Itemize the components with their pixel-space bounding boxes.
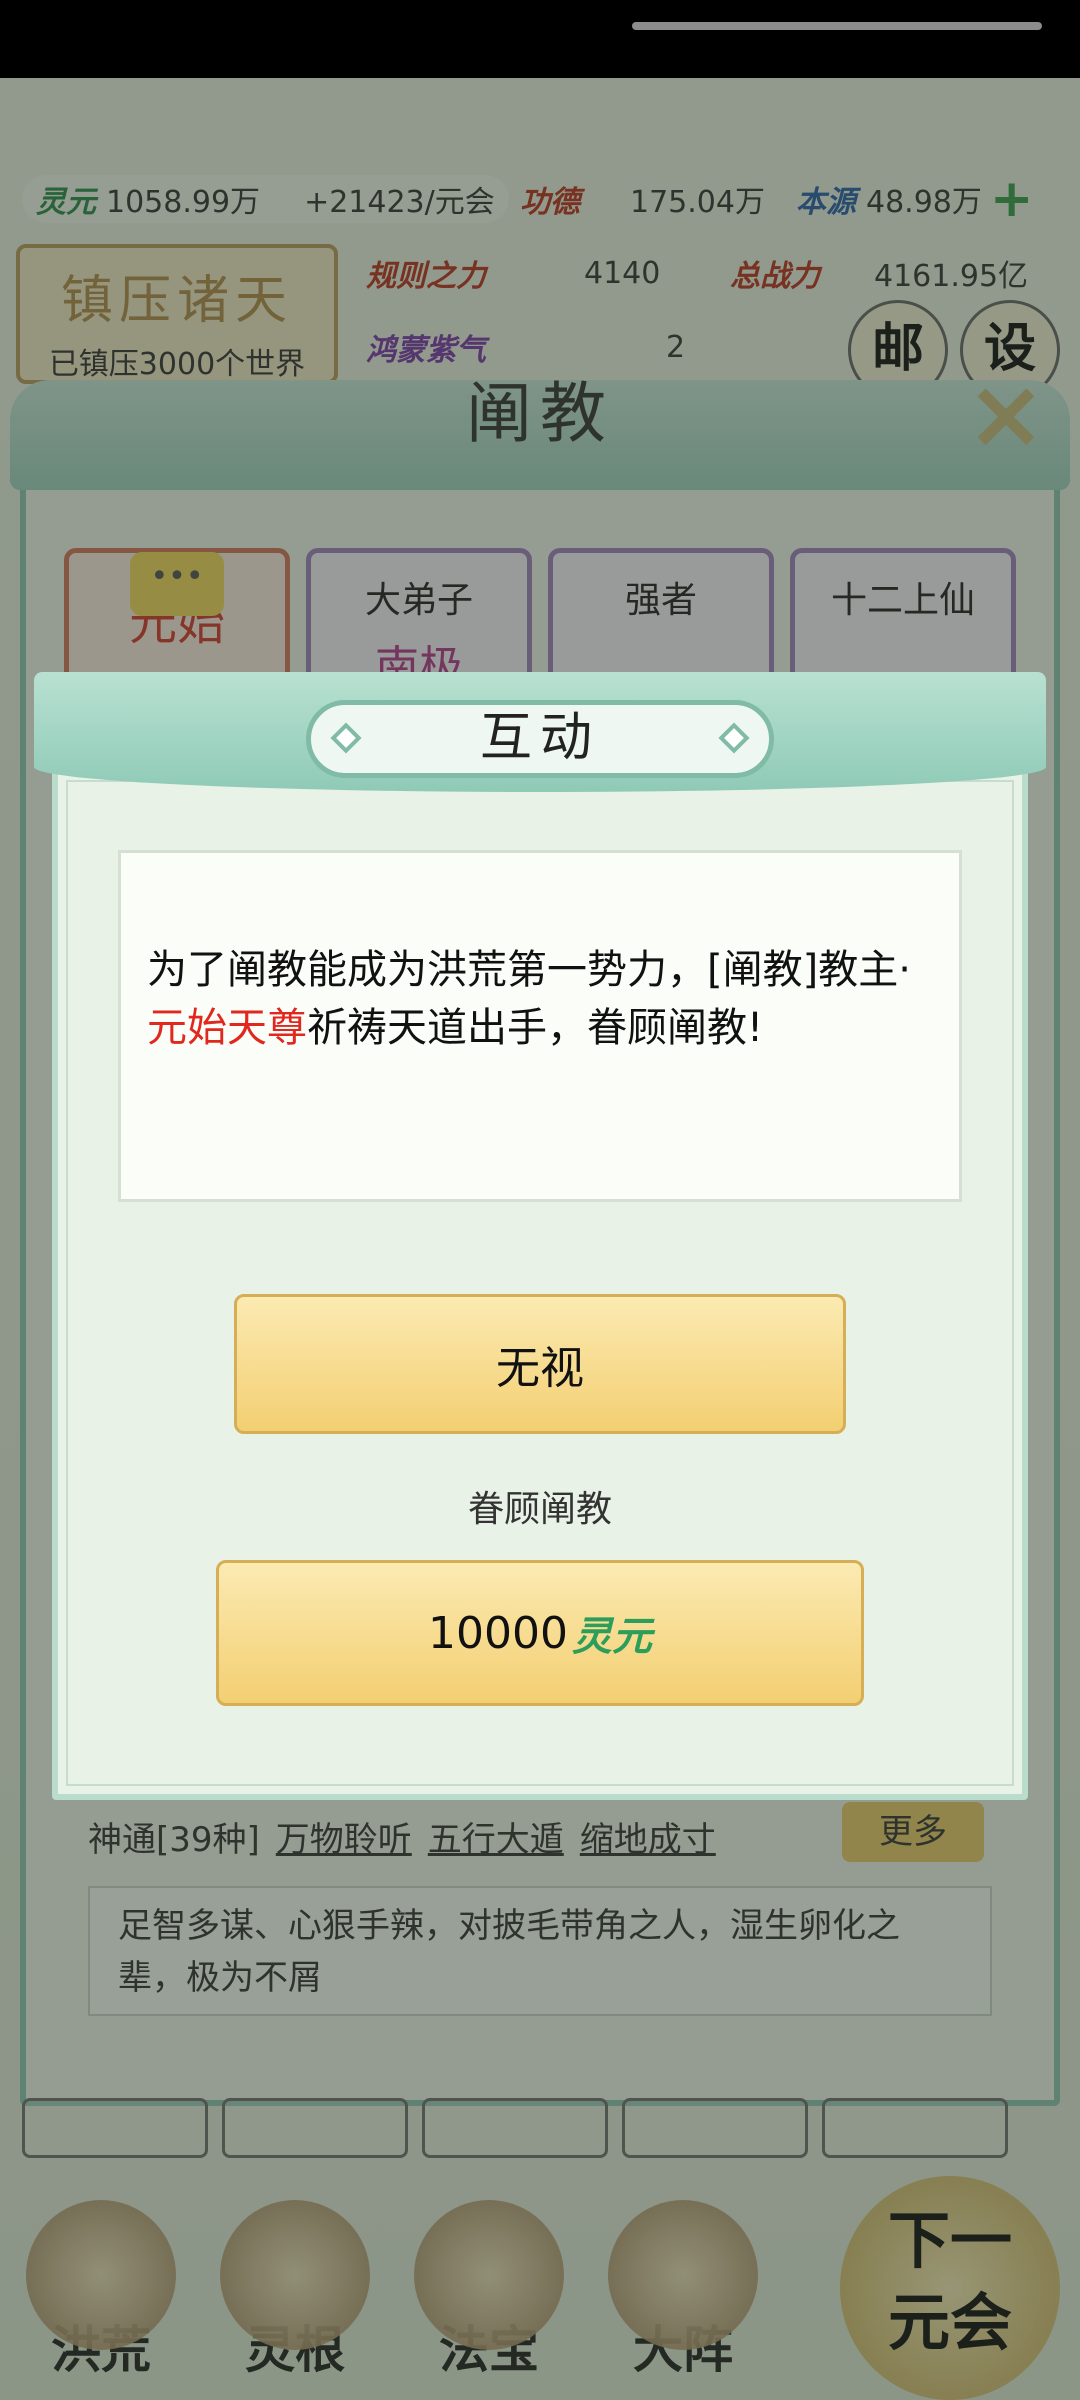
dialog-title-plate: 互动: [306, 700, 774, 778]
dialog-title: 互动: [479, 708, 600, 768]
status-bar: [0, 0, 1080, 78]
favor-label: 眷顾阐教: [467, 1489, 612, 1530]
notch-pill: [632, 22, 1042, 30]
message-highlight-name: 元始天尊: [147, 1005, 307, 1051]
cost-currency: 灵元: [571, 1613, 652, 1660]
diamond-ornament-icon: [718, 722, 750, 754]
ignore-button[interactable]: 无视: [234, 1294, 846, 1434]
dialog-message: 为了阐教能成为洪荒第一势力，[阐教]教主· 元始天尊祈祷天道出手，眷顾阐教!: [118, 850, 962, 1202]
ignore-label: 无视: [496, 1343, 584, 1394]
message-text: 为了阐教能成为洪荒第一势力，[阐教]教主·: [147, 947, 911, 993]
favor-button[interactable]: 10000 灵元: [216, 1560, 864, 1706]
diamond-ornament-icon: [330, 722, 362, 754]
cost-amount: 10000: [428, 1607, 568, 1659]
message-text: 祈祷天道出手，眷顾阐教!: [307, 1005, 764, 1051]
